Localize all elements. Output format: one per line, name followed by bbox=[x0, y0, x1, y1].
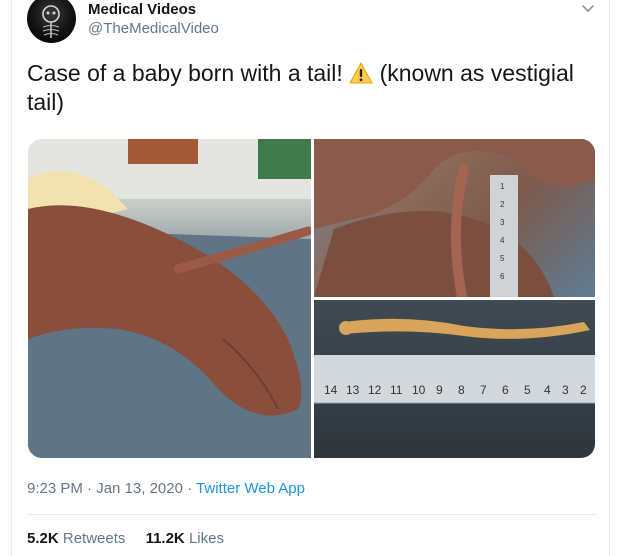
ruler-7: 7 bbox=[480, 383, 487, 397]
tweet-text-part1: Case of a baby born with a tail! bbox=[27, 60, 350, 86]
likes-stat[interactable]: 11.2K Likes bbox=[146, 530, 224, 547]
baby-tail-ruler-photo-2[interactable]: 1 2 3 4 5 6 bbox=[314, 139, 595, 297]
author-display-name[interactable]: Medical Videos bbox=[88, 1, 196, 18]
ruler-side-6: 6 bbox=[500, 272, 505, 281]
ruler-2: 2 bbox=[580, 383, 587, 397]
retweets-count: 5.2K bbox=[27, 530, 59, 547]
ruler-side-2: 2 bbox=[500, 200, 505, 209]
tweet-card: Medical Videos @TheMedicalVideo Case of … bbox=[0, 0, 618, 556]
tweet-date[interactable]: Jan 13, 2020 bbox=[96, 480, 183, 497]
tweet-text: Case of a baby born with a tail! (known … bbox=[27, 59, 597, 117]
chevron-down-icon[interactable] bbox=[580, 2, 596, 16]
retweets-stat[interactable]: 5.2K Retweets bbox=[27, 530, 125, 547]
ruler-side-1: 1 bbox=[500, 182, 505, 191]
ruler-5: 5 bbox=[524, 383, 531, 397]
ruler-14: 14 bbox=[324, 383, 338, 397]
meta-separator: · bbox=[82, 480, 97, 497]
ruler-11: 11 bbox=[390, 383, 403, 397]
ruler-8: 8 bbox=[458, 383, 465, 397]
card-border-right bbox=[609, 0, 610, 556]
ruler-13: 13 bbox=[346, 383, 360, 397]
tweet-time[interactable]: 9:23 PM bbox=[27, 480, 83, 497]
media-grid[interactable]: 1 2 3 4 5 6 14 13 12 11 10 9 8 7 6 5 4 3… bbox=[28, 139, 595, 458]
meta-separator: · bbox=[182, 480, 197, 497]
ruler-6: 6 bbox=[502, 383, 509, 397]
ruler-12: 12 bbox=[368, 383, 382, 397]
ruler-9: 9 bbox=[436, 383, 443, 397]
tweet-meta: 9:23 PM · Jan 13, 2020 · Twitter Web App bbox=[27, 480, 305, 497]
divider bbox=[27, 514, 597, 515]
ruler-side-3: 3 bbox=[500, 218, 505, 227]
tweet-source-app-link[interactable]: Twitter Web App bbox=[196, 480, 305, 497]
author-handle[interactable]: @TheMedicalVideo bbox=[88, 20, 219, 37]
ruler-3: 3 bbox=[562, 383, 569, 397]
tweet-stats: 5.2K Retweets 11.2K Likes bbox=[27, 530, 240, 547]
ruler-side-5: 5 bbox=[500, 254, 505, 263]
card-border-left bbox=[11, 0, 12, 556]
ruler-side-4: 4 bbox=[500, 236, 505, 245]
skeleton-avatar-icon[interactable] bbox=[27, 0, 76, 43]
retweets-label: Retweets bbox=[62, 530, 126, 547]
baby-tail-photo-1[interactable] bbox=[28, 139, 311, 458]
likes-count: 11.2K bbox=[145, 530, 185, 547]
ruler-10: 10 bbox=[412, 383, 426, 397]
ruler-4: 4 bbox=[544, 383, 551, 397]
tail-on-ruler-photo-3[interactable]: 14 13 12 11 10 9 8 7 6 5 4 3 2 bbox=[314, 300, 595, 458]
warning-emoji-icon bbox=[349, 62, 373, 84]
likes-label: Likes bbox=[188, 530, 224, 547]
